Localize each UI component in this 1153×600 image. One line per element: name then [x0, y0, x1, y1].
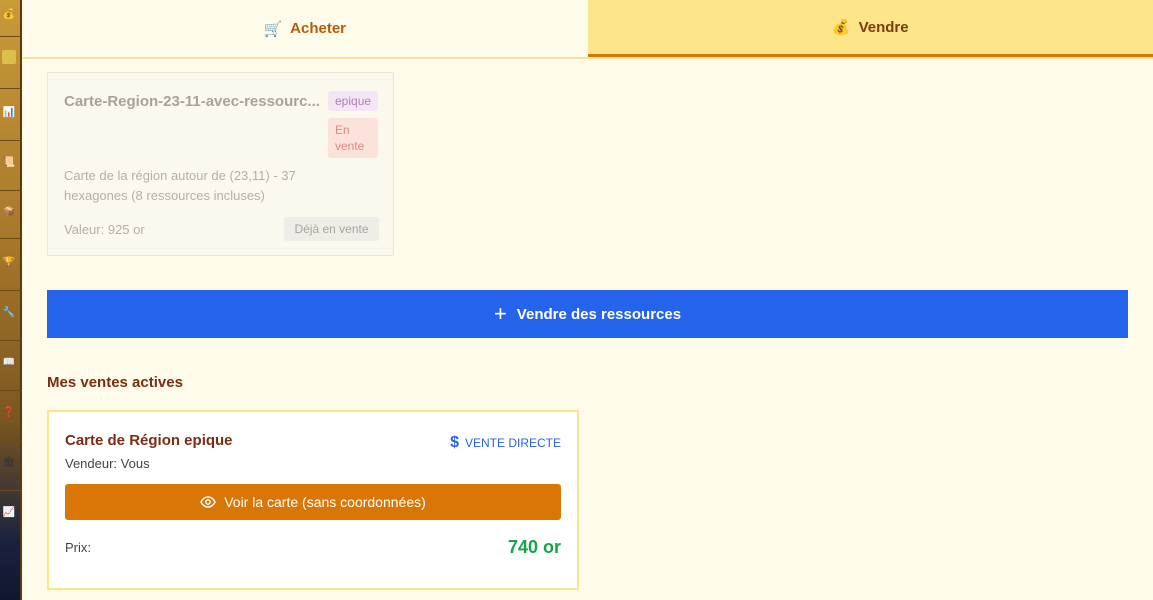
shopping-cart-icon: 🛒 [263, 20, 283, 38]
tab-buy-label: Acheter [290, 20, 347, 37]
inventory-item-card: Carte-Region-23-11-avec-ressourc... epiq… [47, 72, 394, 256]
bank-icon[interactable]: 🏛 [2, 456, 16, 470]
dollar-icon: $ [450, 434, 459, 451]
trophy-icon[interactable]: 🏆 [2, 256, 16, 270]
stats-icon[interactable]: 📈 [2, 506, 16, 520]
money-bag-icon: 💰 [831, 19, 851, 36]
price-label: Prix: [65, 540, 91, 555]
view-map-label: Voir la carte (sans coordonnées) [224, 494, 426, 510]
market-tabs: 🛒 Acheter 💰 Vendre [22, 0, 1153, 59]
tool-icon[interactable]: 🔧 [2, 306, 16, 320]
sale-seller: Vendeur: Vous [65, 456, 150, 471]
help-icon[interactable]: ❓ [2, 406, 16, 420]
active-sale-card: Carte de Région epique $ VENTE DIRECTE V… [47, 410, 579, 590]
item-description: Carte de la région autour de (23,11) - 3… [64, 168, 296, 203]
chart-icon[interactable]: 📊 [2, 106, 16, 120]
divider [0, 340, 22, 341]
coin-icon[interactable]: 💰 [2, 8, 16, 22]
map-icon[interactable] [2, 50, 16, 64]
sale-title: Carte de Région epique [65, 432, 233, 449]
divider [0, 190, 22, 191]
sell-resources-button[interactable]: + Vendre des ressources [47, 290, 1128, 338]
divider [0, 88, 22, 89]
divider [0, 140, 22, 141]
scroll-icon[interactable]: 📜 [2, 156, 16, 170]
eye-icon [200, 496, 217, 508]
item-title: Carte-Region-23-11-avec-ressourc... [64, 93, 320, 110]
sale-type-badge: $ VENTE DIRECTE [450, 434, 561, 452]
item-value: Valeur: 925 or [64, 222, 145, 237]
tab-buy[interactable]: 🛒 Acheter [22, 0, 588, 57]
divider [0, 238, 22, 239]
chest-icon[interactable]: 📦 [2, 206, 16, 220]
tab-sell-label: Vendre [858, 18, 909, 36]
divider [0, 490, 22, 491]
sidebar-strip: 💰 📊 📜 📦 🏆 🔧 📖 ❓ 🏛 📈 [0, 0, 22, 600]
sale-type-label: VENTE DIRECTE [464, 436, 561, 450]
book-icon[interactable]: 📖 [2, 356, 16, 370]
divider [0, 290, 22, 291]
view-map-button[interactable]: Voir la carte (sans coordonnées) [65, 484, 561, 520]
plus-icon: + [493, 301, 507, 326]
sell-resources-label: Vendre des ressources [516, 305, 682, 323]
price-value: 740 or [507, 537, 561, 557]
divider [0, 390, 22, 391]
already-selling-button: Déjà en vente [284, 217, 379, 241]
status-badge: En vente [328, 118, 378, 158]
active-sales-heading: Mes ventes actives [47, 374, 183, 391]
rarity-badge: epique [328, 91, 379, 111]
divider [0, 440, 22, 441]
tab-sell[interactable]: 💰 Vendre [587, 0, 1153, 57]
divider [0, 36, 22, 37]
